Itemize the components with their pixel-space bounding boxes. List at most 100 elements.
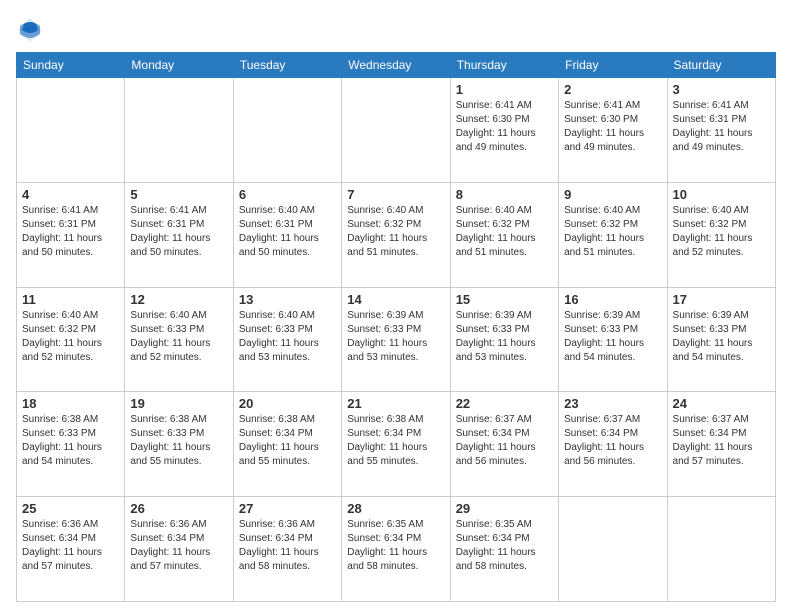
calendar-cell <box>667 497 775 602</box>
day-info: Sunrise: 6:41 AM Sunset: 6:30 PM Dayligh… <box>564 99 661 155</box>
day-number: 19 <box>130 396 227 411</box>
calendar-cell: 27 Sunrise: 6:36 AM Sunset: 6:34 PM Dayli… <box>233 497 341 602</box>
day-info: Sunrise: 6:37 AM Sunset: 6:34 PM Dayligh… <box>564 413 661 469</box>
day-number: 18 <box>22 396 119 411</box>
calendar-cell: 15 Sunrise: 6:39 AM Sunset: 6:33 PM Dayli… <box>450 287 558 392</box>
day-number: 14 <box>347 292 444 307</box>
calendar-cell: 28 Sunrise: 6:35 AM Sunset: 6:34 PM Dayli… <box>342 497 450 602</box>
day-number: 16 <box>564 292 661 307</box>
calendar-cell: 22 Sunrise: 6:37 AM Sunset: 6:34 PM Dayli… <box>450 392 558 497</box>
day-info: Sunrise: 6:40 AM Sunset: 6:31 PM Dayligh… <box>239 204 336 260</box>
calendar-cell: 11 Sunrise: 6:40 AM Sunset: 6:32 PM Dayli… <box>17 287 125 392</box>
day-info: Sunrise: 6:40 AM Sunset: 6:33 PM Dayligh… <box>130 309 227 365</box>
day-number: 2 <box>564 82 661 97</box>
calendar-cell: 26 Sunrise: 6:36 AM Sunset: 6:34 PM Dayli… <box>125 497 233 602</box>
calendar-cell: 6 Sunrise: 6:40 AM Sunset: 6:31 PM Daylig… <box>233 182 341 287</box>
day-info: Sunrise: 6:39 AM Sunset: 6:33 PM Dayligh… <box>347 309 444 365</box>
logo <box>16 16 48 44</box>
day-info: Sunrise: 6:40 AM Sunset: 6:32 PM Dayligh… <box>456 204 553 260</box>
day-of-week-header: Tuesday <box>233 53 341 78</box>
day-number: 7 <box>347 187 444 202</box>
day-number: 11 <box>22 292 119 307</box>
day-number: 17 <box>673 292 770 307</box>
day-number: 10 <box>673 187 770 202</box>
day-of-week-header: Thursday <box>450 53 558 78</box>
day-info: Sunrise: 6:39 AM Sunset: 6:33 PM Dayligh… <box>456 309 553 365</box>
day-number: 21 <box>347 396 444 411</box>
day-info: Sunrise: 6:38 AM Sunset: 6:34 PM Dayligh… <box>347 413 444 469</box>
calendar-cell: 4 Sunrise: 6:41 AM Sunset: 6:31 PM Daylig… <box>17 182 125 287</box>
calendar-table: SundayMondayTuesdayWednesdayThursdayFrid… <box>16 52 776 602</box>
calendar-cell: 14 Sunrise: 6:39 AM Sunset: 6:33 PM Dayli… <box>342 287 450 392</box>
day-number: 6 <box>239 187 336 202</box>
day-info: Sunrise: 6:40 AM Sunset: 6:32 PM Dayligh… <box>673 204 770 260</box>
day-number: 20 <box>239 396 336 411</box>
day-info: Sunrise: 6:41 AM Sunset: 6:31 PM Dayligh… <box>673 99 770 155</box>
day-number: 13 <box>239 292 336 307</box>
day-number: 1 <box>456 82 553 97</box>
day-number: 27 <box>239 501 336 516</box>
day-info: Sunrise: 6:38 AM Sunset: 6:33 PM Dayligh… <box>22 413 119 469</box>
day-number: 29 <box>456 501 553 516</box>
logo-icon <box>16 16 44 44</box>
calendar-cell: 21 Sunrise: 6:38 AM Sunset: 6:34 PM Dayli… <box>342 392 450 497</box>
day-info: Sunrise: 6:38 AM Sunset: 6:33 PM Dayligh… <box>130 413 227 469</box>
day-info: Sunrise: 6:37 AM Sunset: 6:34 PM Dayligh… <box>456 413 553 469</box>
day-of-week-header: Sunday <box>17 53 125 78</box>
day-number: 8 <box>456 187 553 202</box>
day-of-week-header: Monday <box>125 53 233 78</box>
calendar-cell: 2 Sunrise: 6:41 AM Sunset: 6:30 PM Daylig… <box>559 78 667 183</box>
header <box>16 16 776 44</box>
calendar-cell <box>125 78 233 183</box>
calendar-cell: 23 Sunrise: 6:37 AM Sunset: 6:34 PM Dayli… <box>559 392 667 497</box>
day-info: Sunrise: 6:38 AM Sunset: 6:34 PM Dayligh… <box>239 413 336 469</box>
calendar-cell: 16 Sunrise: 6:39 AM Sunset: 6:33 PM Dayli… <box>559 287 667 392</box>
calendar-cell <box>233 78 341 183</box>
day-number: 4 <box>22 187 119 202</box>
calendar-cell: 20 Sunrise: 6:38 AM Sunset: 6:34 PM Dayli… <box>233 392 341 497</box>
day-number: 22 <box>456 396 553 411</box>
day-info: Sunrise: 6:40 AM Sunset: 6:32 PM Dayligh… <box>564 204 661 260</box>
day-info: Sunrise: 6:35 AM Sunset: 6:34 PM Dayligh… <box>456 518 553 574</box>
day-number: 15 <box>456 292 553 307</box>
day-number: 28 <box>347 501 444 516</box>
calendar-cell <box>17 78 125 183</box>
calendar-cell: 24 Sunrise: 6:37 AM Sunset: 6:34 PM Dayli… <box>667 392 775 497</box>
calendar-cell: 8 Sunrise: 6:40 AM Sunset: 6:32 PM Daylig… <box>450 182 558 287</box>
day-number: 12 <box>130 292 227 307</box>
day-info: Sunrise: 6:41 AM Sunset: 6:31 PM Dayligh… <box>22 204 119 260</box>
calendar-cell: 1 Sunrise: 6:41 AM Sunset: 6:30 PM Daylig… <box>450 78 558 183</box>
day-info: Sunrise: 6:39 AM Sunset: 6:33 PM Dayligh… <box>673 309 770 365</box>
day-of-week-header: Saturday <box>667 53 775 78</box>
day-info: Sunrise: 6:41 AM Sunset: 6:30 PM Dayligh… <box>456 99 553 155</box>
calendar-cell <box>559 497 667 602</box>
day-info: Sunrise: 6:36 AM Sunset: 6:34 PM Dayligh… <box>239 518 336 574</box>
day-info: Sunrise: 6:41 AM Sunset: 6:31 PM Dayligh… <box>130 204 227 260</box>
calendar-cell: 12 Sunrise: 6:40 AM Sunset: 6:33 PM Dayli… <box>125 287 233 392</box>
day-info: Sunrise: 6:40 AM Sunset: 6:32 PM Dayligh… <box>22 309 119 365</box>
day-number: 9 <box>564 187 661 202</box>
day-of-week-header: Friday <box>559 53 667 78</box>
day-info: Sunrise: 6:40 AM Sunset: 6:32 PM Dayligh… <box>347 204 444 260</box>
day-number: 3 <box>673 82 770 97</box>
calendar-cell: 29 Sunrise: 6:35 AM Sunset: 6:34 PM Dayli… <box>450 497 558 602</box>
day-info: Sunrise: 6:36 AM Sunset: 6:34 PM Dayligh… <box>130 518 227 574</box>
day-number: 23 <box>564 396 661 411</box>
day-number: 24 <box>673 396 770 411</box>
calendar-cell: 25Sunrise: 6:36 AM Sunset: 6:34 PM Dayli… <box>17 497 125 602</box>
day-number: 26 <box>130 501 227 516</box>
day-info: Sunrise: 6:39 AM Sunset: 6:33 PM Dayligh… <box>564 309 661 365</box>
day-number: 25 <box>22 501 119 516</box>
day-of-week-header: Wednesday <box>342 53 450 78</box>
calendar-cell: 10 Sunrise: 6:40 AM Sunset: 6:32 PM Dayli… <box>667 182 775 287</box>
day-info: Sunrise: 6:40 AM Sunset: 6:33 PM Dayligh… <box>239 309 336 365</box>
day-info: Sunrise: 6:37 AM Sunset: 6:34 PM Dayligh… <box>673 413 770 469</box>
calendar-cell: 18 Sunrise: 6:38 AM Sunset: 6:33 PM Dayli… <box>17 392 125 497</box>
calendar-cell: 3 Sunrise: 6:41 AM Sunset: 6:31 PM Daylig… <box>667 78 775 183</box>
page: SundayMondayTuesdayWednesdayThursdayFrid… <box>0 0 792 612</box>
calendar-cell: 19 Sunrise: 6:38 AM Sunset: 6:33 PM Dayli… <box>125 392 233 497</box>
day-info: Sunrise: 6:35 AM Sunset: 6:34 PM Dayligh… <box>347 518 444 574</box>
calendar-cell <box>342 78 450 183</box>
calendar-cell: 9 Sunrise: 6:40 AM Sunset: 6:32 PM Daylig… <box>559 182 667 287</box>
calendar-cell: 7 Sunrise: 6:40 AM Sunset: 6:32 PM Daylig… <box>342 182 450 287</box>
